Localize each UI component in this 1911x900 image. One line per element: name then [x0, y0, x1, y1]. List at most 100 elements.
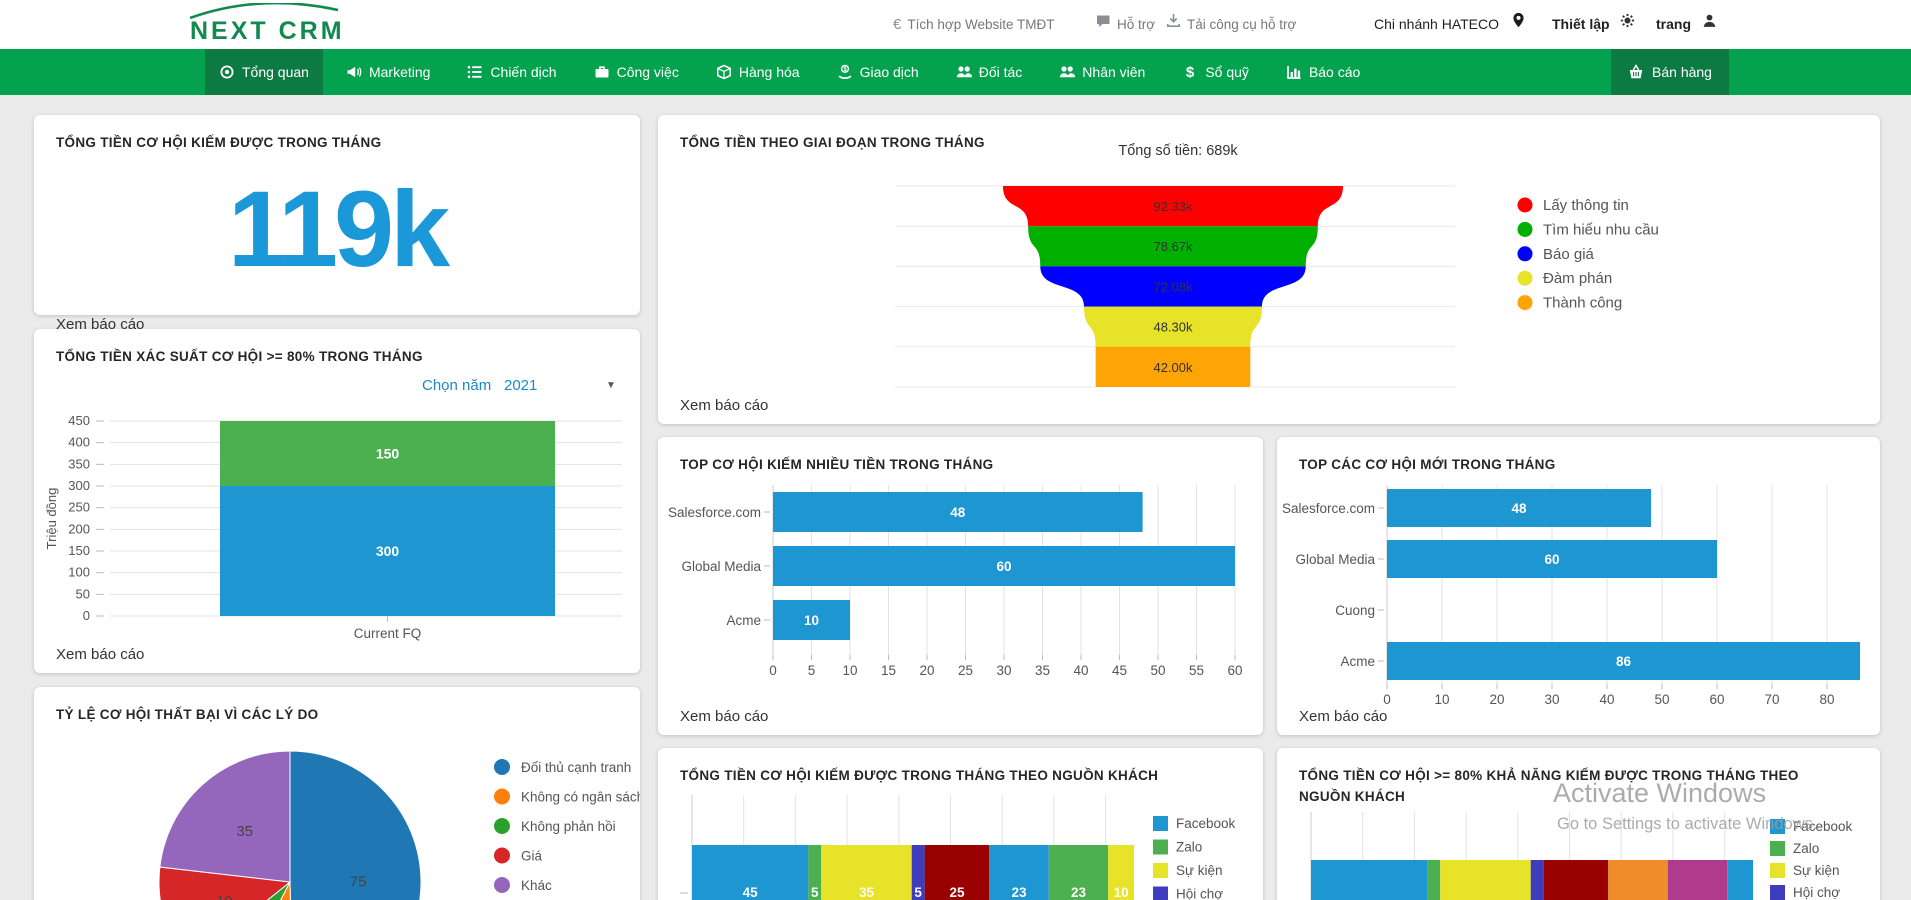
- settings-menu[interactable]: Thiết lập: [1552, 0, 1635, 49]
- svg-text:Salesforce.com: Salesforce.com: [668, 505, 761, 520]
- support-link[interactable]: Hỗ trợ: [1096, 0, 1155, 49]
- svg-text:30: 30: [996, 663, 1011, 678]
- top-money-chart: 051015202530354045505560Salesforce.com48…: [658, 477, 1263, 712]
- hand-coin-icon: $: [837, 64, 853, 80]
- svg-text:Salesforce.com: Salesforce.com: [1282, 501, 1375, 516]
- nav-label: Marketing: [369, 64, 430, 80]
- download-tools-link[interactable]: Tải công cụ hỗ trợ: [1166, 0, 1296, 49]
- download-icon: [1166, 0, 1181, 48]
- report-link-probability[interactable]: Xem báo cáo: [56, 646, 144, 663]
- svg-text:Khác: Khác: [521, 878, 552, 893]
- nav-label: Đối tác: [979, 64, 1023, 80]
- earned-value: 119k: [34, 172, 640, 285]
- svg-text:250: 250: [68, 500, 90, 515]
- chevron-down-icon[interactable]: ▼: [606, 380, 616, 391]
- nav-item-chien-dich[interactable]: Chiến dịch: [453, 49, 570, 95]
- user-menu[interactable]: trang: [1656, 0, 1717, 49]
- svg-text:Không phản hồi: Không phản hồi: [521, 819, 616, 834]
- svg-text:48: 48: [950, 505, 966, 520]
- svg-text:Sự kiện: Sự kiện: [1793, 863, 1840, 878]
- svg-text:23: 23: [1011, 885, 1027, 900]
- nav-item-cong-viec[interactable]: Công việc: [580, 49, 693, 95]
- nav-label: Báo cáo: [1309, 64, 1360, 80]
- list-icon: [467, 64, 483, 80]
- nav-item-marketing[interactable]: Marketing: [332, 49, 444, 95]
- year-filter-label[interactable]: Chọn năm: [422, 377, 491, 394]
- svg-text:42.00k: 42.00k: [1153, 360, 1193, 375]
- svg-text:Đàm phán: Đàm phán: [1543, 270, 1612, 287]
- report-link-top-new[interactable]: Xem báo cáo: [1299, 708, 1387, 725]
- nav-label: Hàng hóa: [739, 64, 800, 80]
- nav-item-giao-dich[interactable]: $ Giao dịch: [823, 49, 933, 95]
- source-earned-chart: 45535525232310FacebookZaloSự kiệnHội chợ: [658, 793, 1263, 900]
- svg-text:55: 55: [1189, 663, 1204, 678]
- svg-text:92.33k: 92.33k: [1153, 199, 1193, 214]
- svg-text:45: 45: [743, 885, 759, 900]
- nav-item-doi-tac[interactable]: Đối tác: [942, 49, 1037, 95]
- people-icon: [1059, 64, 1075, 80]
- svg-text:19: 19: [216, 893, 233, 900]
- svg-text:40: 40: [1599, 692, 1614, 707]
- people-icon: [956, 64, 972, 80]
- top-header: NEXT CRM € Tích hợp Website TMĐT Hỗ trợ T…: [0, 0, 1911, 49]
- support-label: Hỗ trợ: [1117, 17, 1155, 32]
- svg-text:150: 150: [68, 543, 90, 558]
- card-title: TỔNG TIỀN CƠ HỘI KIẾM ĐƯỢC TRONG THÁNG T…: [658, 748, 1263, 787]
- settings-label: Thiết lập: [1552, 16, 1610, 32]
- svg-text:450: 450: [68, 413, 90, 428]
- svg-text:72.08k: 72.08k: [1153, 279, 1193, 294]
- svg-text:10: 10: [1114, 885, 1129, 900]
- svg-text:30: 30: [1544, 692, 1559, 707]
- svg-text:75: 75: [350, 873, 367, 890]
- nav-label: Sổ quỹ: [1205, 64, 1249, 80]
- integration-link[interactable]: € Tích hợp Website TMĐT: [893, 0, 1055, 49]
- svg-text:0: 0: [1383, 692, 1391, 707]
- nav-item-nhan-vien[interactable]: Nhân viên: [1045, 49, 1159, 95]
- svg-text:35: 35: [236, 823, 253, 840]
- svg-text:20: 20: [1489, 692, 1504, 707]
- svg-text:350: 350: [68, 456, 90, 471]
- svg-text:Thành công: Thành công: [1543, 295, 1622, 312]
- year-filter-value[interactable]: 2021: [504, 377, 537, 394]
- svg-text:48.30k: 48.30k: [1153, 320, 1193, 335]
- svg-text:150: 150: [376, 446, 400, 462]
- svg-text:Giá: Giá: [521, 849, 543, 864]
- probability-chart: 450400350300250200150100500Triệu đồng300…: [42, 401, 632, 651]
- svg-text:45: 45: [1112, 663, 1127, 678]
- basket-icon: [1628, 64, 1644, 80]
- card-probability-80: TỔNG TIỀN XÁC SUẤT CƠ HỘI >= 80% TRONG T…: [34, 329, 640, 673]
- svg-text:Current FQ: Current FQ: [354, 626, 422, 641]
- nav-item-so-quy[interactable]: $ Sổ quỹ: [1168, 49, 1263, 95]
- nav-item-ban-hang[interactable]: Bán hàng: [1611, 49, 1729, 95]
- funnel-total-label: Tổng số tiền: 689k: [978, 143, 1378, 159]
- svg-text:Báo giá: Báo giá: [1543, 246, 1595, 263]
- svg-text:0: 0: [83, 608, 90, 623]
- svg-text:Global Media: Global Media: [1295, 552, 1375, 567]
- nav-item-bao-cao[interactable]: Báo cáo: [1272, 49, 1374, 95]
- card-total-earned: TỔNG TIỀN CƠ HỘI KIẾM ĐƯỢC TRONG THÁNG 1…: [34, 115, 640, 315]
- svg-text:60: 60: [1709, 692, 1724, 707]
- nextcrm-logo[interactable]: NEXT CRM: [188, 3, 348, 47]
- integration-label: Tích hợp Website TMĐT: [907, 17, 1054, 32]
- svg-text:Hội chợ: Hội chợ: [1176, 887, 1223, 900]
- branch-selector[interactable]: Chi nhánh HATECO: [1374, 0, 1526, 49]
- chat-icon: [1096, 0, 1111, 48]
- nav-label: Tổng quan: [242, 64, 309, 80]
- report-link-top-money[interactable]: Xem báo cáo: [680, 708, 768, 725]
- source-probability-chart: 45535525232310FacebookZaloSự kiệnHội chợ: [1277, 810, 1880, 900]
- branch-label: Chi nhánh HATECO: [1374, 16, 1499, 32]
- svg-text:60: 60: [1544, 552, 1559, 567]
- report-link-funnel[interactable]: Xem báo cáo: [680, 397, 768, 414]
- briefcase-icon: [594, 64, 610, 80]
- nav-item-hang-hoa[interactable]: Hàng hóa: [702, 49, 814, 95]
- card-title: TỶ LỆ CƠ HỘI THẤT BẠI VÌ CÁC LÝ DO: [34, 687, 640, 726]
- nav-item-tong-quan[interactable]: Tổng quan: [205, 49, 323, 95]
- svg-text:Global Media: Global Media: [681, 559, 761, 574]
- svg-text:25: 25: [958, 663, 973, 678]
- svg-text:80: 80: [1819, 692, 1834, 707]
- euro-icon: €: [893, 16, 901, 33]
- svg-text:Cuong: Cuong: [1335, 603, 1375, 618]
- svg-text:Facebook: Facebook: [1176, 816, 1236, 831]
- svg-text:50: 50: [1150, 663, 1165, 678]
- svg-text:Tìm hiểu nhu cầu: Tìm hiểu nhu cầu: [1543, 221, 1659, 238]
